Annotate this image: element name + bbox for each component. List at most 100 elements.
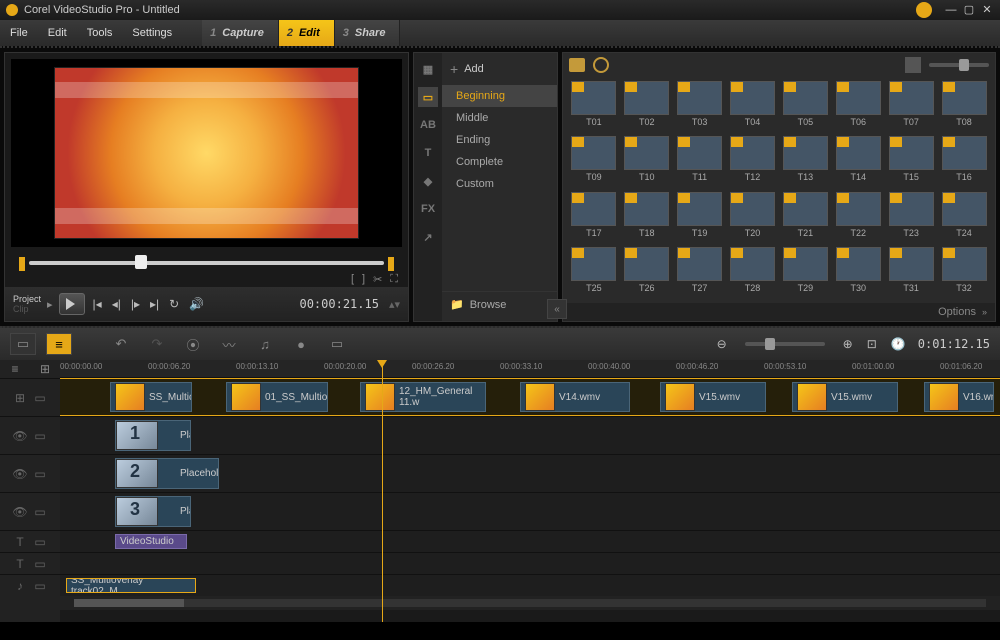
category-middle[interactable]: Middle: [442, 107, 557, 129]
menu-edit[interactable]: Edit: [38, 27, 77, 39]
category-custom[interactable]: Custom: [442, 173, 557, 195]
browse-button[interactable]: 📁 Browse «: [442, 291, 557, 317]
zoom-out-button[interactable]: ⊖: [715, 337, 729, 351]
overlay2-track-header[interactable]: 👁▭: [0, 454, 60, 492]
clip[interactable]: V15.wmv: [792, 382, 898, 412]
folder-icon[interactable]: [569, 58, 585, 72]
template-thumb[interactable]: T19: [675, 192, 725, 244]
voice-track-header[interactable]: ♪▭: [0, 574, 60, 596]
menu-settings[interactable]: Settings: [122, 27, 182, 39]
overlay-track-2[interactable]: Placehold2: [60, 454, 1000, 492]
mark-in-handle[interactable]: [19, 257, 27, 271]
zoom-in-button[interactable]: ⊕: [841, 337, 855, 351]
bracket-out-icon[interactable]: ]: [362, 273, 365, 287]
options-link[interactable]: Options: [938, 306, 976, 318]
template-thumb[interactable]: T26: [622, 247, 672, 299]
clip[interactable]: V16.wmv: [924, 382, 994, 412]
end-button[interactable]: ▸|: [148, 297, 161, 311]
template-thumb[interactable]: T28: [728, 247, 778, 299]
volume-button[interactable]: 🔊: [187, 297, 206, 311]
menu-tools[interactable]: Tools: [77, 27, 123, 39]
template-thumb[interactable]: T05: [781, 81, 831, 133]
preview-screen[interactable]: [11, 59, 402, 247]
sort-button[interactable]: [905, 57, 921, 73]
template-thumb[interactable]: T16: [939, 136, 989, 188]
toggle-all-tracks-button[interactable]: ≡: [0, 360, 30, 378]
template-thumb[interactable]: T20: [728, 192, 778, 244]
template-thumb[interactable]: T08: [939, 81, 989, 133]
template-thumb[interactable]: T29: [781, 247, 831, 299]
clip[interactable]: Pla1: [115, 420, 191, 451]
template-thumb[interactable]: T24: [939, 192, 989, 244]
menu-file[interactable]: File: [0, 27, 38, 39]
video-track-header[interactable]: ⊞▭: [0, 378, 60, 416]
timeline-ruler[interactable]: 00:00:00.0000:00:06.2000:00:13.1000:00:2…: [60, 360, 1000, 378]
clip[interactable]: V15.wmv: [660, 382, 766, 412]
template-thumb[interactable]: T03: [675, 81, 725, 133]
add-template-button[interactable]: + Add: [442, 57, 557, 81]
category-beginning[interactable]: Beginning: [442, 85, 557, 107]
instant-project-tab-icon[interactable]: ▭: [418, 87, 438, 107]
template-thumb[interactable]: T25: [569, 247, 619, 299]
timeline-zoom-slider[interactable]: [745, 342, 825, 346]
subtitle-button[interactable]: ▭: [324, 333, 350, 355]
template-thumb[interactable]: T04: [728, 81, 778, 133]
template-thumb[interactable]: T18: [622, 192, 672, 244]
recent-icon[interactable]: [593, 57, 609, 73]
playhead[interactable]: [382, 360, 383, 622]
play-button[interactable]: [59, 293, 85, 315]
clip[interactable]: V14.wmv: [520, 382, 630, 412]
clip[interactable]: Pla3: [115, 496, 191, 527]
overlay-track-3[interactable]: Pla3: [60, 492, 1000, 530]
overlay3-track-header[interactable]: 👁▭: [0, 492, 60, 530]
template-thumb[interactable]: T01: [569, 81, 619, 133]
step-edit[interactable]: 2Edit: [279, 20, 335, 46]
voice-track[interactable]: SS_Multioverlay track02_M: [60, 574, 1000, 596]
template-thumb[interactable]: T12: [728, 136, 778, 188]
redo-button[interactable]: ↷: [144, 333, 170, 355]
project-duration[interactable]: 0:01:12.15: [918, 337, 990, 351]
record-button[interactable]: ⦿: [180, 333, 206, 355]
repeat-button[interactable]: ↻: [167, 297, 181, 311]
options-chevron-icon[interactable]: »: [982, 307, 987, 317]
clip[interactable]: VideoStudio: [115, 534, 187, 549]
transition-tab-icon[interactable]: AB: [418, 115, 438, 135]
mode-project[interactable]: Project: [13, 294, 41, 304]
template-thumb[interactable]: T14: [833, 136, 883, 188]
clip[interactable]: SS_Multioverlay track02_M: [66, 578, 196, 593]
audio-mixer-button[interactable]: 〰: [216, 333, 242, 355]
cut-icon[interactable]: ✂: [373, 273, 382, 287]
template-thumb[interactable]: T13: [781, 136, 831, 188]
mode-clip[interactable]: Clip: [13, 304, 41, 314]
clip[interactable]: Placehold2: [115, 458, 219, 489]
template-thumb[interactable]: T07: [886, 81, 936, 133]
category-complete[interactable]: Complete: [442, 151, 557, 173]
timecode-display[interactable]: 00:00:21.15: [299, 297, 378, 311]
video-track[interactable]: SS_Multiover01_SS_Multiove12_HM_General …: [60, 378, 1000, 416]
close-button[interactable]: ✕: [980, 3, 994, 17]
template-thumb[interactable]: T10: [622, 136, 672, 188]
help-icon[interactable]: [916, 2, 932, 18]
template-thumb[interactable]: T06: [833, 81, 883, 133]
storyboard-view-button[interactable]: ▭: [10, 333, 36, 355]
title-track[interactable]: VideoStudio: [60, 530, 1000, 552]
track-manager-button[interactable]: ⊞: [30, 360, 60, 378]
path-tab-icon[interactable]: ↗: [418, 227, 438, 247]
fit-project-button[interactable]: ⊡: [865, 337, 879, 351]
graphic-tab-icon[interactable]: ◆: [418, 171, 438, 191]
maximize-button[interactable]: ▢: [962, 3, 976, 17]
overlay-track-1[interactable]: Pla1: [60, 416, 1000, 454]
filter-tab-icon[interactable]: FX: [418, 199, 438, 219]
clip[interactable]: 12_HM_General 11.w: [360, 382, 486, 412]
timeline-view-button[interactable]: ≡: [46, 333, 72, 355]
scrub-thumb[interactable]: [135, 255, 147, 269]
template-thumb[interactable]: T02: [622, 81, 672, 133]
title2-track-header[interactable]: T▭: [0, 552, 60, 574]
overlay1-track-header[interactable]: 👁▭: [0, 416, 60, 454]
clip[interactable]: 01_SS_Multiove: [226, 382, 328, 412]
template-thumb[interactable]: T17: [569, 192, 619, 244]
scrub-track[interactable]: [29, 261, 384, 265]
category-ending[interactable]: Ending: [442, 129, 557, 151]
timeline-h-scrollbar[interactable]: [60, 596, 1000, 610]
auto-music-button[interactable]: ♫: [252, 333, 278, 355]
